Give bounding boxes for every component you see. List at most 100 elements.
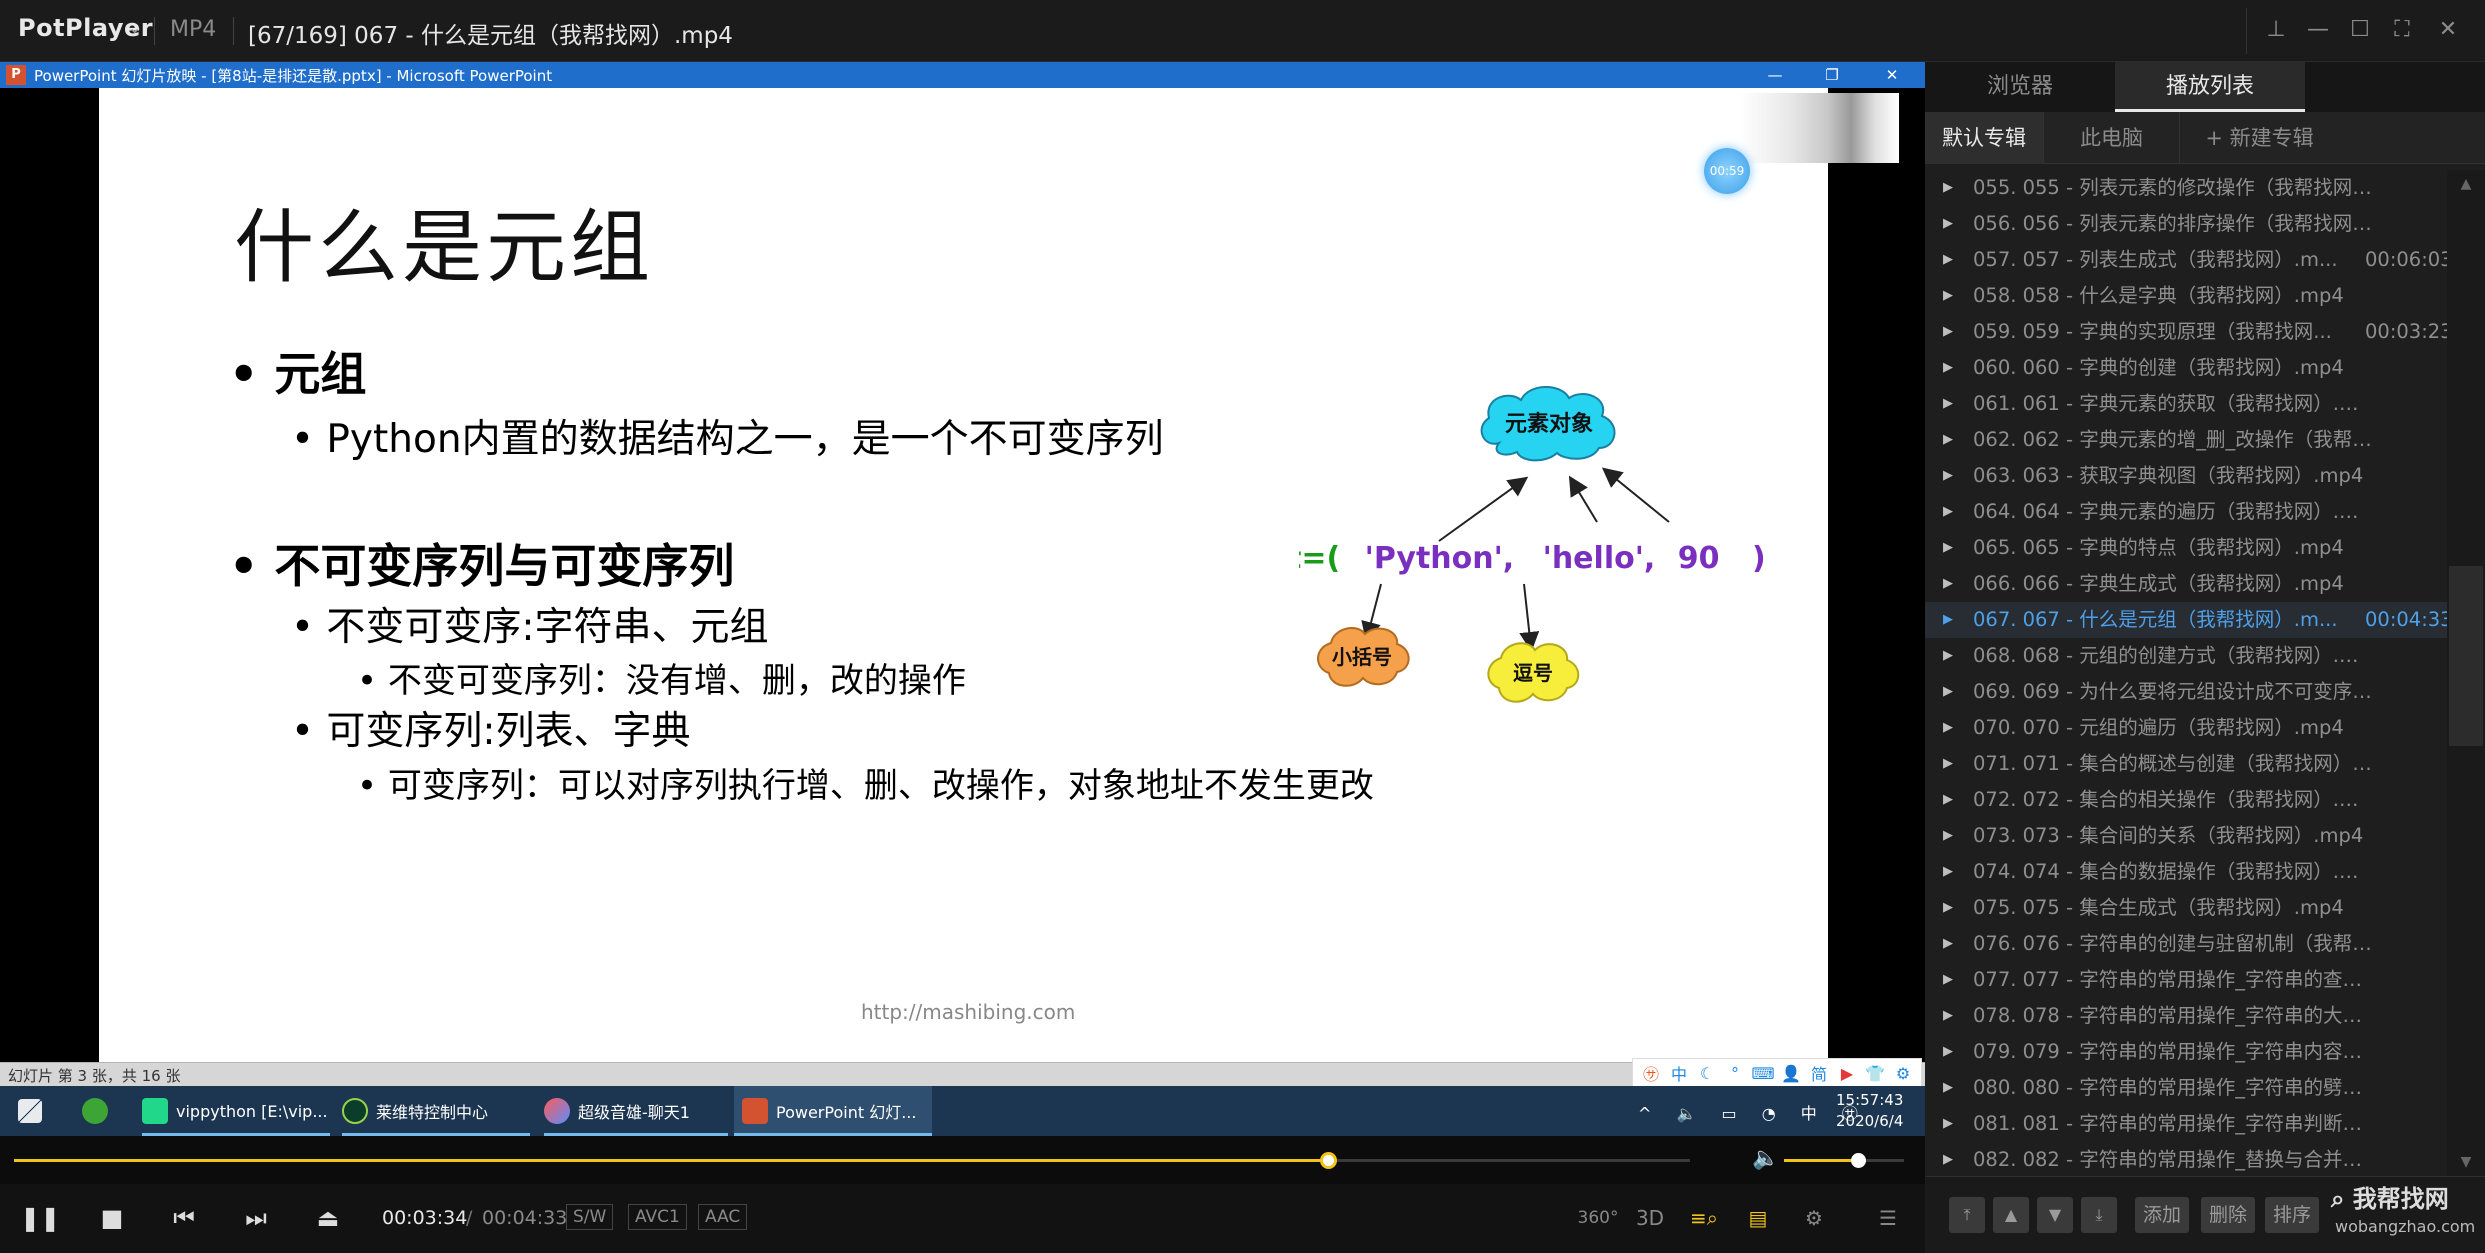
playlist-item[interactable]: ▶ 060. 060 - 字典的创建（我帮找网）.mp4 <box>1925 350 2447 386</box>
volume-icon[interactable]: 🔈 <box>1752 1146 1779 1171</box>
playlist-item[interactable]: ▶ 067. 067 - 什么是元组（我帮找网）.m... 00:04:33 <box>1925 602 2447 638</box>
menu-icon[interactable]: ☰ <box>1866 1199 1910 1237</box>
playlist-toggle-icon[interactable]: ▤ <box>1736 1199 1780 1237</box>
add-button[interactable]: 添加 <box>2135 1197 2190 1233</box>
scroll-up-icon[interactable]: ▲ <box>2447 176 2485 192</box>
playlist-item[interactable]: ▶ 066. 066 - 字典生成式（我帮找网）.mp4 <box>1925 566 2447 602</box>
divider <box>154 17 155 45</box>
cloud-comma: 逗号 <box>1487 642 1580 703</box>
playlist-item[interactable]: ▶ 073. 073 - 集合间的关系（我帮找网）.mp4 <box>1925 818 2447 854</box>
bullet-tuple-sub-text: Python内置的数据结构之一，是一个不可变序列 <box>326 417 1164 462</box>
move-bottom-icon[interactable]: ⤓ <box>2081 1197 2117 1233</box>
sw-tag[interactable]: S/W <box>566 1204 614 1230</box>
watermark-url: wobangzhao.com <box>2335 1217 2476 1236</box>
playlist-item[interactable]: ▶ 070. 070 - 元组的遍历（我帮找网）.mp4 <box>1925 710 2447 746</box>
playlist-item[interactable]: ▶ 074. 074 - 集合的数据操作（我帮找网）.mp4 <box>1925 854 2447 890</box>
playlist-item[interactable]: ▶ 072. 072 - 集合的相关操作（我帮找网）.mp4 <box>1925 782 2447 818</box>
seek-progress <box>14 1159 1328 1162</box>
watermark-logo: ⌕ 我帮找网 <box>2331 1185 2449 1213</box>
ppt-titlebar: P PowerPoint 幻灯片放映 - [第8站-是排还是散.pptx] - … <box>0 62 1925 88</box>
playlist-item-name: 073. 073 - 集合间的关系（我帮找网）.mp4 <box>1973 824 2364 847</box>
sort-button[interactable]: 排序 <box>2265 1197 2320 1233</box>
playback-controls: ❚❚ ■ ⏮ ⏭ ⏏ 00:03:34 / 00:04:33 S/W AVC1 … <box>0 1184 1925 1253</box>
playlist-item[interactable]: ▶ 075. 075 - 集合生成式（我帮找网）.mp4 <box>1925 890 2447 926</box>
previous-icon[interactable]: ⏮ <box>164 1200 204 1236</box>
playlist-item[interactable]: ▶ 082. 082 - 字符串的常用操作_替换与合并（我... <box>1925 1142 2447 1176</box>
video-codec-tag[interactable]: AVC1 <box>628 1204 687 1230</box>
move-down-icon[interactable]: ▼ <box>2037 1197 2073 1233</box>
maximize-icon[interactable]: ☐ <box>2340 12 2380 48</box>
seek-bar[interactable] <box>14 1152 1690 1169</box>
playlist-item[interactable]: ▶ 059. 059 - 字典的实现原理（我帮找网... 00:03:23 <box>1925 314 2447 350</box>
playlist-item[interactable]: ▶ 069. 069 - 为什么要将元组设计成不可变序列（... <box>1925 674 2447 710</box>
play-icon: ▶ <box>1943 1080 1953 1095</box>
seek-handle[interactable] <box>1319 1152 1337 1169</box>
audio-codec-tag[interactable]: AAC <box>698 1204 748 1230</box>
tab-playlist[interactable]: 播放列表 <box>2115 62 2305 112</box>
taskbar-item-label: vippython [E:\vip... <box>176 1101 328 1121</box>
close-icon[interactable]: ✕ <box>2428 12 2468 48</box>
bullet-tuple-sub: • Python内置的数据结构之一，是一个不可变序列 <box>291 417 1164 462</box>
playlist-item[interactable]: ▶ 064. 064 - 字典元素的遍历（我帮找网）.mp4 <box>1925 494 2447 530</box>
delete-button[interactable]: 删除 <box>2201 1197 2256 1233</box>
album-tab-default[interactable]: 默认专辑 <box>1925 112 2043 164</box>
playlist-item-name: 080. 080 - 字符串的常用操作_字符串的劈分（... <box>1973 1076 2373 1099</box>
vr-360-button[interactable]: 360° <box>1576 1199 1620 1237</box>
playlist-item-name: 066. 066 - 字典生成式（我帮找网）.mp4 <box>1973 572 2344 595</box>
playlist-item-name: 063. 063 - 获取字典视图（我帮找网）.mp4 <box>1973 464 2364 487</box>
settings-icon[interactable]: ⚙ <box>1792 1199 1836 1237</box>
volume-handle[interactable] <box>1851 1153 1867 1168</box>
album-tab-new[interactable]: + 新建专辑 <box>2179 112 2339 164</box>
arrow-comma <box>1519 583 1540 652</box>
pin-icon[interactable]: ⊥ <box>2256 12 2296 48</box>
fullscreen-icon[interactable]: ⛶ <box>2382 12 2422 48</box>
ppt-window-title: PowerPoint 幻灯片放映 - [第8站-是排还是散.pptx] - Mi… <box>34 67 553 85</box>
play-icon: ▶ <box>1943 792 1953 807</box>
playlist-item[interactable]: ▶ 058. 058 - 什么是字典（我帮找网）.mp4 <box>1925 278 2447 314</box>
playlist-item-name: 079. 079 - 字符串的常用操作_字符串内容对齐... <box>1973 1040 2373 1063</box>
video-area[interactable]: P PowerPoint 幻灯片放映 - [第8站-是排还是散.pptx] - … <box>0 62 1925 1136</box>
volume-slider[interactable] <box>1784 1153 1904 1168</box>
bullet-immutable-text: 不变可变序:字符串、元组 <box>326 605 769 650</box>
playlist-item[interactable]: ▶ 081. 081 - 字符串的常用操作_字符串判断的相... <box>1925 1106 2447 1142</box>
playlist-item-name: 077. 077 - 字符串的常用操作_字符串的查询操... <box>1973 968 2373 991</box>
title-bar: PotPlayer ⌄ MP4 [67/169] 067 - 什么是元组（我帮找… <box>0 0 2485 62</box>
playlist-item[interactable]: ▶ 062. 062 - 字典元素的增_删_改操作（我帮找网... <box>1925 422 2447 458</box>
eject-icon[interactable]: ⏏ <box>308 1200 348 1236</box>
playlist-item[interactable]: ▶ 077. 077 - 字符串的常用操作_字符串的查询操... <box>1925 962 2447 998</box>
playlist-item[interactable]: ▶ 057. 057 - 列表生成式（我帮找网）.m... 00:06:03 <box>1925 242 2447 278</box>
playlist-item[interactable]: ▶ 068. 068 - 元组的创建方式（我帮找网）.mp4 <box>1925 638 2447 674</box>
playlist-scrollbar[interactable]: ▲ ▼ <box>2447 170 2485 1176</box>
playlist-item[interactable]: ▶ 076. 076 - 字符串的创建与驻留机制（我帮找网... <box>1925 926 2447 962</box>
next-icon[interactable]: ⏭ <box>236 1200 276 1236</box>
playlist-item[interactable]: ▶ 079. 079 - 字符串的常用操作_字符串内容对齐... <box>1925 1034 2447 1070</box>
scroll-thumb[interactable] <box>2449 566 2483 746</box>
stop-icon[interactable]: ■ <box>92 1200 132 1236</box>
playlist-item[interactable]: ▶ 065. 065 - 字典的特点（我帮找网）.mp4 <box>1925 530 2447 566</box>
3d-button[interactable]: 3D <box>1628 1199 1672 1237</box>
search-list-icon[interactable]: ≡⌕ <box>1682 1199 1726 1237</box>
tab-browser[interactable]: 浏览器 <box>1925 62 2115 112</box>
playlist-item[interactable]: ▶ 055. 055 - 列表元素的修改操作（我帮找网）.... <box>1925 170 2447 206</box>
taskbar-item-control-center: 莱维特控制中心 <box>342 1086 530 1136</box>
tuple-diagram: 元素对象 t=( 'Python', 'hello', 90 ) 小括号 <box>1299 386 1766 703</box>
playlist-item[interactable]: ▶ 080. 080 - 字符串的常用操作_字符串的劈分（... <box>1925 1070 2447 1106</box>
play-icon: ▶ <box>1943 648 1953 663</box>
brand-menu-chevron-icon[interactable]: ⌄ <box>128 18 141 37</box>
move-top-icon[interactable]: ⤒ <box>1949 1197 1985 1233</box>
play-icon: ▶ <box>1943 756 1953 771</box>
playlist-item[interactable]: ▶ 061. 061 - 字典元素的获取（我帮找网）.mp4 <box>1925 386 2447 422</box>
album-tab-this-pc[interactable]: 此电脑 <box>2043 112 2179 164</box>
windows-taskbar: vippython [E:\vip... 莱维特控制中心 超级音雄-聊天1 Po… <box>0 1086 1925 1136</box>
bullet-mutable-detail: • 可变序列：可以对序列执行增、删、改操作，对象地址不发生更改 <box>357 766 1374 806</box>
playlist-item[interactable]: ▶ 063. 063 - 获取字典视图（我帮找网）.mp4 <box>1925 458 2447 494</box>
playlist-item[interactable]: ▶ 078. 078 - 字符串的常用操作_字符串的大小写... <box>1925 998 2447 1034</box>
ppt-minimize-icon: — <box>1767 66 1783 84</box>
pause-icon[interactable]: ❚❚ <box>20 1200 60 1236</box>
playlist-item-name: 068. 068 - 元组的创建方式（我帮找网）.mp4 <box>1973 644 2373 667</box>
scroll-down-icon[interactable]: ▼ <box>2447 1154 2485 1170</box>
move-up-icon[interactable]: ▲ <box>1993 1197 2029 1233</box>
playlist-item[interactable]: ▶ 071. 071 - 集合的概述与创建（我帮找网）.mp4 <box>1925 746 2447 782</box>
playlist-item[interactable]: ▶ 056. 056 - 列表元素的排序操作（我帮找网）.... <box>1925 206 2447 242</box>
minimize-icon[interactable]: — <box>2298 12 2338 48</box>
